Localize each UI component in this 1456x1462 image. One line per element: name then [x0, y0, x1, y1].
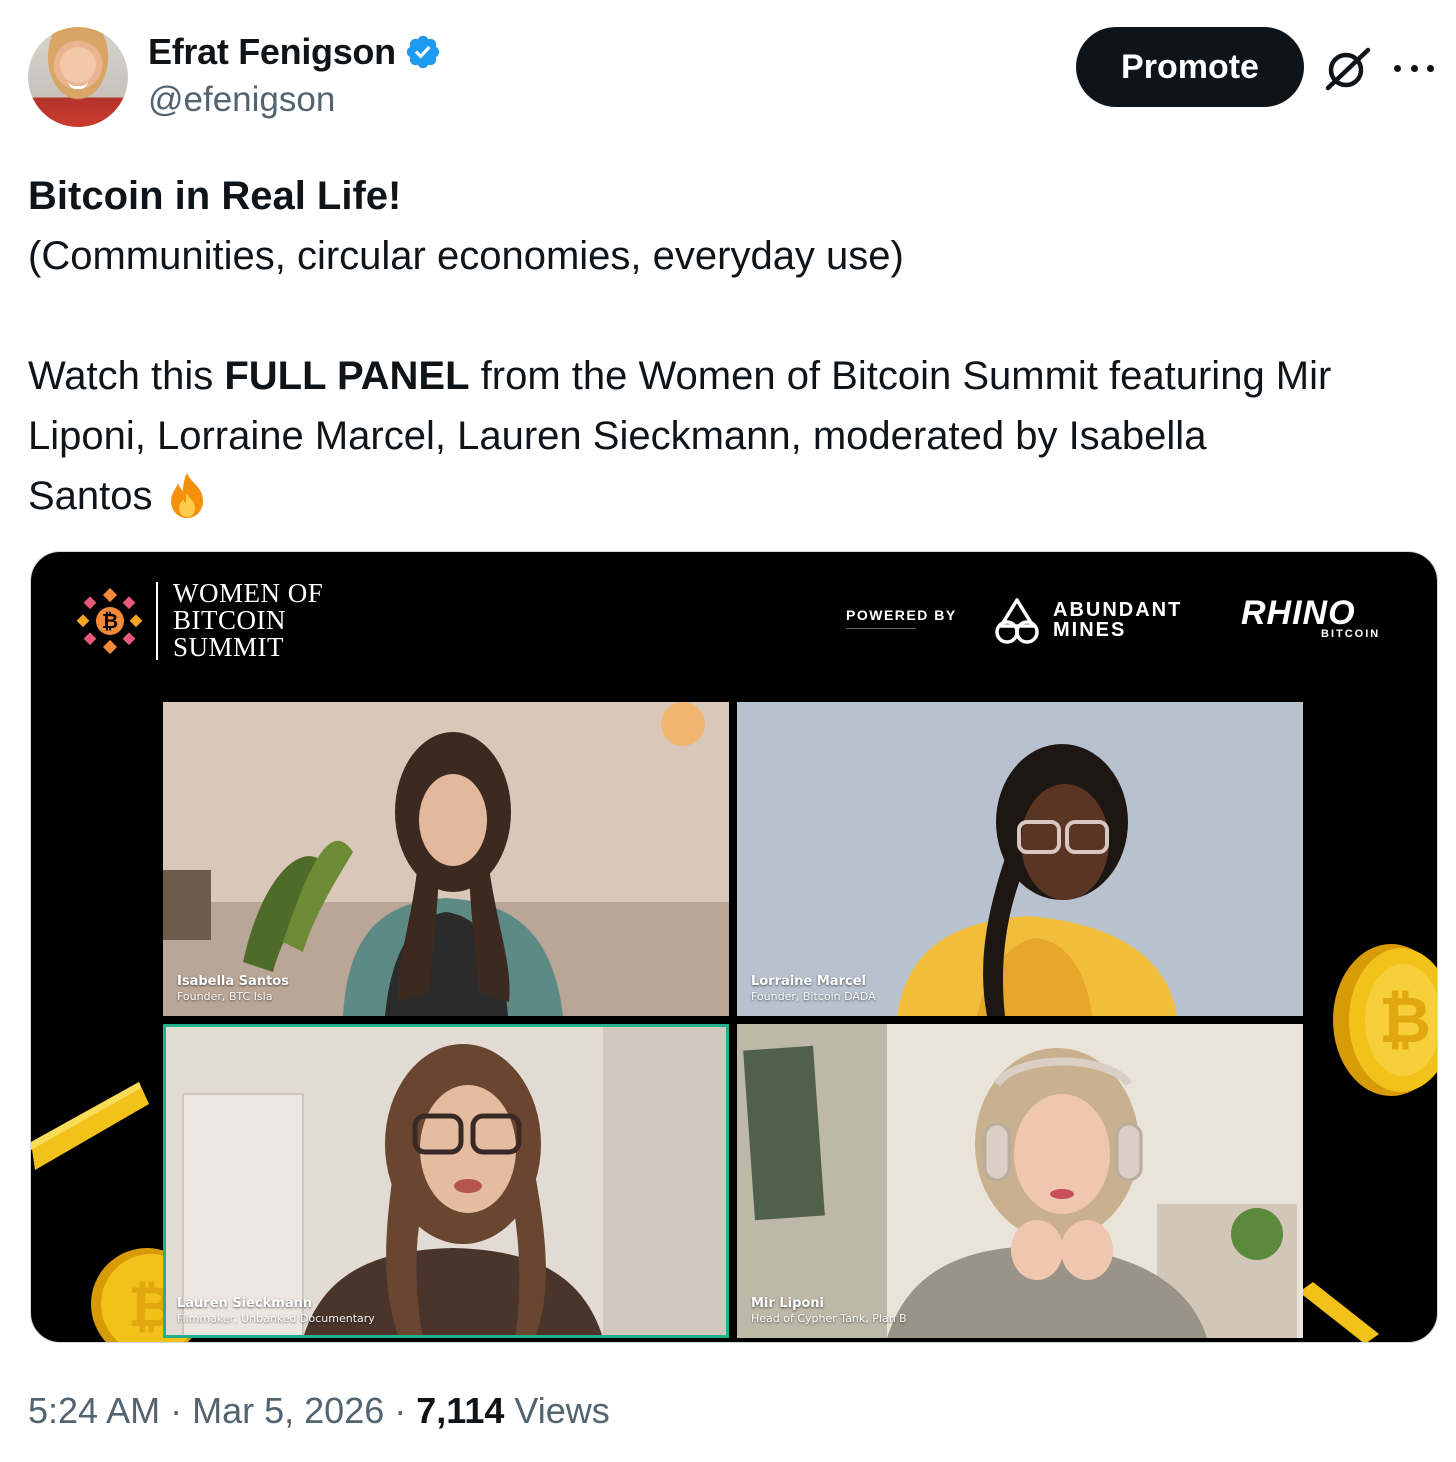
video-media[interactable]: ₿ WOMEN OF BITCOIN SUMMIT POWERED BY ABU…	[30, 551, 1438, 1343]
author-handle[interactable]: @efenigson	[148, 80, 335, 120]
participant-tile-lauren-active[interactable]: Lauren Sieckmann Filmmaker, Unbanked Doc…	[163, 1024, 729, 1338]
participant-video-frame	[737, 1024, 1303, 1338]
participant-role: Founder, BTC Isla	[177, 990, 273, 1003]
participant-caption: Lorraine Marcel Founder, Bitcoin DADA	[751, 974, 876, 1004]
views-count: 7,114	[416, 1390, 505, 1431]
participant-video-frame	[737, 702, 1303, 1016]
more-options-icon[interactable]	[1394, 58, 1434, 78]
rhino-wordmark: RHINO	[1241, 594, 1356, 632]
gold-coin-bottom-right-bar-icon	[1299, 1282, 1379, 1342]
participant-caption: Mir Liponi Head of Cypher Tank, Plan B	[751, 1296, 907, 1326]
promote-button[interactable]: Promote	[1076, 27, 1304, 107]
tweet-meta: 5:24 AM · Mar 5, 2026 · 7,114 Views	[28, 1390, 610, 1432]
abundant-mines-logo-icon	[995, 598, 1039, 644]
views-label: Views	[514, 1390, 610, 1431]
event-title: WOMEN OF BITCOIN SUMMIT	[173, 578, 324, 662]
fire-emoji-icon	[170, 473, 203, 518]
participant-name: Lauren Sieckmann	[177, 1296, 313, 1311]
rhino-sub-wordmark: BITCOIN	[1321, 628, 1381, 640]
participant-caption: Isabella Santos Founder, BTC Isla	[177, 974, 289, 1004]
participant-name: Mir Liponi	[751, 1296, 825, 1311]
tweet-line-2: Liponi, Lorraine Marcel, Lauren Sieckman…	[28, 414, 1207, 458]
participant-tile-lorraine[interactable]: Lorraine Marcel Founder, Bitcoin DADA	[737, 702, 1303, 1016]
powered-by-label: POWERED BY	[846, 607, 957, 623]
participant-name: Lorraine Marcel	[751, 974, 866, 989]
grok-icon[interactable]	[1322, 44, 1372, 92]
svg-text:₿: ₿	[102, 609, 118, 633]
participant-video-frame	[163, 702, 729, 1016]
participant-role: Founder, Bitcoin DADA	[751, 990, 876, 1003]
meta-separator: ·	[394, 1390, 407, 1431]
tweet-date[interactable]: Mar 5, 2026	[192, 1390, 384, 1431]
gold-coin-right-icon: ₿	[1333, 944, 1437, 1096]
logo-divider	[156, 582, 158, 660]
participant-tile-mir[interactable]: Mir Liponi Head of Cypher Tank, Plan B	[737, 1024, 1303, 1338]
verified-badge-icon	[406, 35, 440, 69]
participant-caption: Lauren Sieckmann Filmmaker, Unbanked Doc…	[177, 1296, 375, 1326]
tweet-body: Bitcoin in Real Life! (Communities, circ…	[28, 166, 1438, 526]
tweet-heading: Bitcoin in Real Life!	[28, 174, 402, 218]
participant-role: Filmmaker, Unbanked Documentary	[177, 1312, 375, 1325]
full-panel-bold: FULL PANEL	[224, 354, 470, 398]
tweet-line-1: Watch this FULL PANEL from the Women of …	[28, 354, 1332, 398]
participant-name: Isabella Santos	[177, 974, 289, 989]
tweet-subheading: (Communities, circular economies, everyd…	[28, 234, 904, 278]
author-name-row: Efrat Fenigson	[148, 30, 442, 74]
avatar-smile	[68, 81, 88, 89]
gold-coin-left-bar-icon	[31, 1082, 149, 1170]
svg-text:₿: ₿	[1379, 984, 1431, 1058]
author-avatar[interactable]	[28, 27, 128, 127]
participant-role: Head of Cypher Tank, Plan B	[751, 1312, 907, 1325]
participant-tile-isabella[interactable]: Isabella Santos Founder, BTC Isla	[163, 702, 729, 1016]
author-display-name[interactable]: Efrat Fenigson	[148, 31, 396, 73]
tweet-time[interactable]: 5:24 AM	[28, 1390, 160, 1431]
meta-separator: ·	[170, 1390, 183, 1431]
tweet-line-3: Santos	[28, 466, 1438, 526]
powered-by-underline	[846, 628, 916, 629]
women-of-bitcoin-logo-icon: ₿	[76, 587, 143, 655]
participant-video-frame	[163, 1024, 729, 1338]
abundant-mines-wordmark: ABUNDANT MINES	[1053, 599, 1183, 641]
